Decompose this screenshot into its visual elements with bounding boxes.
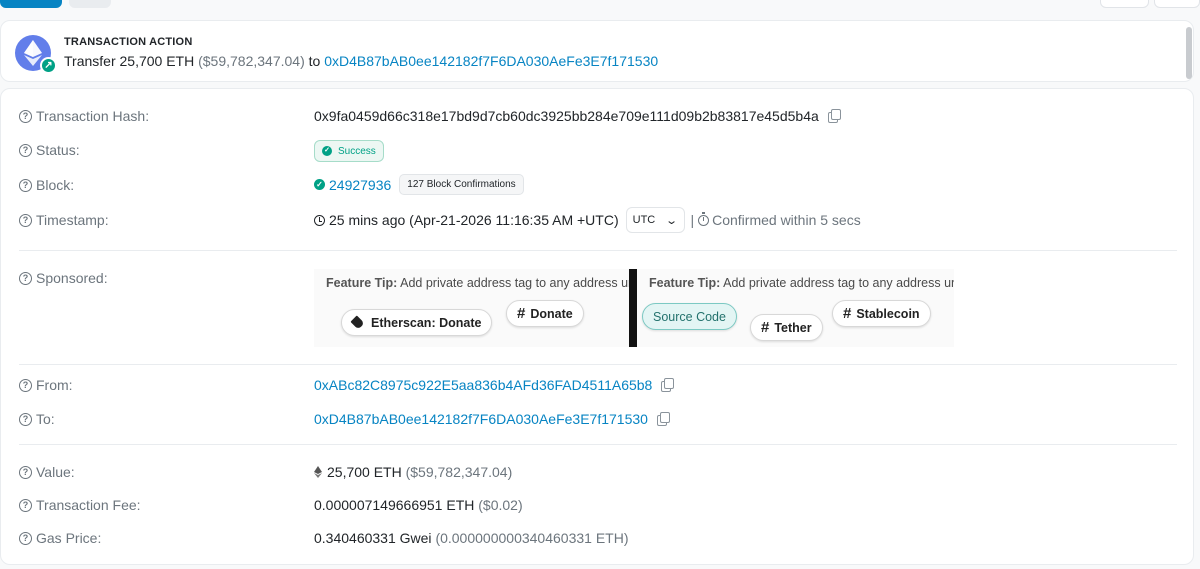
question-icon[interactable]: ?	[19, 378, 32, 392]
label-transaction-fee: ? Transaction Fee:	[19, 497, 141, 513]
eth-diamond-icon	[314, 466, 322, 478]
question-icon[interactable]: ?	[19, 109, 32, 123]
value-transaction-fee: 0.000007149666951 ETH ($0.02)	[314, 497, 523, 513]
transaction-details-card: ? Transaction Hash: 0x9fa0459d66c318e17b…	[0, 88, 1194, 565]
value-gas-price: 0.340460331 Gwei (0.000000000340460331 E…	[314, 530, 628, 546]
value-from: 0xABc82C8975c922E5aa836b4AFd36FAD4511A65…	[314, 377, 675, 393]
status-badge: ✓ Success	[314, 140, 384, 162]
transaction-action-summary: Transfer 25,700 ETH ($59,782,347.04) to …	[64, 53, 658, 69]
check-circle-icon: ✓	[314, 179, 325, 190]
top-right-button-1[interactable]	[1100, 0, 1149, 8]
check-circle-icon: ✓	[322, 146, 332, 156]
hash-icon: #	[843, 305, 852, 322]
question-icon[interactable]: ?	[19, 412, 32, 426]
question-icon[interactable]: ?	[19, 531, 32, 545]
fee-eth: 0.000007149666951 ETH	[314, 497, 475, 513]
value-transaction-hash: 0x9fa0459d66c318e17bd9d7cb60dc3925bb284e…	[314, 108, 841, 124]
tag-icon	[350, 315, 365, 330]
hash-icon: #	[761, 319, 770, 336]
label-from: ? From:	[19, 377, 73, 393]
confirmed-within: Confirmed within 5 secs	[712, 212, 861, 228]
question-icon[interactable]: ?	[19, 271, 32, 285]
question-icon[interactable]: ?	[19, 143, 32, 157]
separator: |	[690, 212, 695, 228]
question-icon[interactable]: ?	[19, 178, 32, 192]
banner-divider	[629, 269, 637, 347]
value-usd: ($59,782,347.04)	[405, 464, 513, 480]
etherscan-donate-pill: Etherscan: Donate	[341, 309, 493, 336]
fee-usd: ($0.02)	[478, 497, 523, 513]
label-value: ? Value:	[19, 464, 75, 480]
value-eth: 25,700 ETH	[327, 464, 402, 480]
top-right-button-2[interactable]	[1154, 0, 1200, 8]
clock-icon	[314, 214, 325, 226]
action-to-word: to	[308, 53, 321, 69]
action-prefix: Transfer	[64, 53, 116, 69]
stablecoin-pill: # Stablecoin	[832, 300, 931, 327]
question-icon[interactable]: ?	[19, 213, 32, 227]
divider	[19, 250, 1177, 251]
value-value: 25,700 ETH ($59,782,347.04)	[314, 464, 512, 480]
label-gas-price: ? Gas Price:	[19, 530, 101, 546]
to-address-link[interactable]: 0xD4B87bAB0ee142182f7F6DA030AeFe3E7f1715…	[314, 411, 648, 427]
timer-icon	[698, 211, 710, 226]
top-primary-button[interactable]	[0, 0, 62, 8]
action-amount: 25,700 ETH	[119, 53, 195, 69]
from-address-link[interactable]: 0xABc82C8975c922E5aa836b4AFd36FAD4511A65…	[314, 377, 652, 393]
source-code-pill: Source Code	[642, 303, 737, 330]
value-timestamp: 25 mins ago (Apr-21-2026 11:16:35 AM +UT…	[314, 207, 861, 233]
divider	[19, 444, 1177, 445]
sponsored-banner[interactable]: Feature Tip: Add private address tag to …	[314, 269, 954, 347]
arrow-up-right-icon: ↗	[40, 57, 57, 74]
transaction-hash: 0x9fa0459d66c318e17bd9d7cb60dc3925bb284e…	[314, 108, 819, 124]
timezone-select[interactable]: UTC ⌄	[625, 207, 686, 233]
label-status: ? Status:	[19, 142, 80, 158]
divider	[19, 364, 1177, 365]
value-status: ✓ Success	[314, 139, 384, 162]
transaction-action-heading: TRANSACTION ACTION	[64, 36, 193, 48]
label-sponsored: ? Sponsored:	[19, 270, 108, 286]
value-to: 0xD4B87bAB0ee142182f7F6DA030AeFe3E7f1715…	[314, 411, 670, 427]
block-confirmations-badge: 127 Block Confirmations	[399, 174, 524, 195]
value-block: ✓ 24927936 127 Block Confirmations	[314, 174, 524, 195]
hash-icon: #	[517, 305, 526, 322]
action-to-address-link[interactable]: 0xD4B87bAB0ee142182f7F6DA030AeFe3E7f1715…	[324, 53, 658, 69]
transaction-action-card: ↗ TRANSACTION ACTION Transfer 25,700 ETH…	[0, 20, 1194, 82]
label-transaction-hash: ? Transaction Hash:	[19, 108, 149, 124]
label-block: ? Block:	[19, 177, 74, 193]
tether-pill: # Tether	[750, 314, 823, 341]
question-icon[interactable]: ?	[19, 465, 32, 479]
donate-pill: # Donate	[506, 300, 584, 327]
copy-icon[interactable]	[827, 109, 841, 123]
feature-tip-text: Feature Tip: Add private address tag to …	[649, 276, 954, 290]
timestamp-text: 25 mins ago (Apr-21-2026 11:16:35 AM +UT…	[329, 212, 619, 228]
sponsored-panel-left: Feature Tip: Add private address tag to …	[314, 269, 629, 347]
feature-tip-text: Feature Tip: Add private address tag to …	[326, 276, 629, 290]
label-timestamp: ? Timestamp:	[19, 212, 109, 228]
chevron-down-icon: ⌄	[665, 214, 679, 227]
sponsored-panel-right: Feature Tip: Add private address tag to …	[637, 269, 954, 347]
action-usd: ($59,782,347.04)	[198, 53, 305, 69]
block-number-link[interactable]: 24927936	[329, 177, 391, 193]
gas-gwei: 0.340460331 Gwei	[314, 530, 432, 546]
scrollbar[interactable]	[1186, 27, 1192, 79]
top-secondary-button[interactable]	[69, 0, 111, 8]
gas-eth: (0.000000000340460331 ETH)	[435, 530, 629, 546]
question-icon[interactable]: ?	[19, 498, 32, 512]
label-to: ? To:	[19, 411, 55, 427]
copy-icon[interactable]	[656, 412, 670, 426]
copy-icon[interactable]	[661, 378, 675, 392]
